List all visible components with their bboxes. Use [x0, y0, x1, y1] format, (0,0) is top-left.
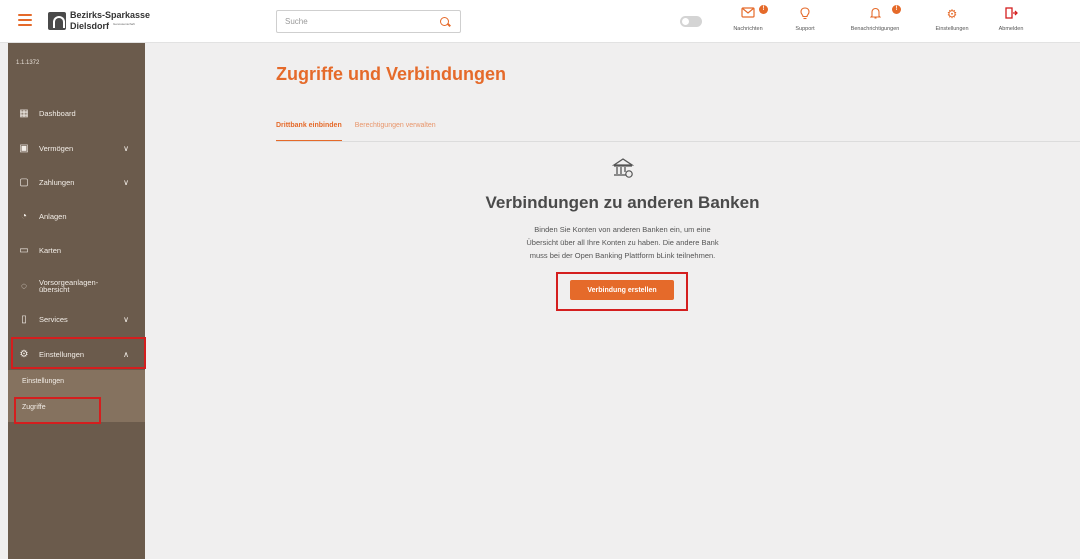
sidebar-item-dashboard[interactable]: ▦ Dashboard [8, 103, 145, 123]
logo[interactable]: Bezirks-Sparkasse Dielsdorf Genossenschaf… [48, 11, 150, 31]
sidebar-item-anlagen[interactable]: ◔ Anlagen [8, 206, 145, 226]
lightbulb-icon [790, 7, 820, 22]
card-icon: ▭ [19, 244, 29, 256]
sidebar: 1.1.1372 ▦ Dashboard ▣ Vermögen ∨ ▢ Zahl… [8, 43, 145, 559]
tab-bar: Drittbank einbinden Berechtigungen verwa… [276, 120, 449, 142]
sidebar-item-zahlungen[interactable]: ▢ Zahlungen ∨ [8, 172, 145, 192]
tab-drittbank[interactable]: Drittbank einbinden [276, 120, 342, 142]
highlight-box [14, 397, 101, 424]
search-box [276, 10, 461, 33]
settings-button[interactable]: ⚙ Einstellungen [930, 7, 974, 32]
bank-logo-icon [48, 12, 66, 30]
highlight-box [11, 337, 146, 369]
messages-badge: ! [759, 5, 768, 14]
sidebar-item-services[interactable]: ▯ Services ∨ [8, 309, 145, 329]
logo-line1: Bezirks-Sparkasse [70, 10, 151, 20]
piggy-icon: ◌ [21, 280, 27, 292]
tab-divider [276, 141, 1080, 142]
chevron-down-icon: ∨ [123, 177, 129, 187]
sidebar-item-vorsorge[interactable]: ◌ Vorsorgeanlagen- übersicht [8, 274, 145, 298]
submenu-item-einstellungen[interactable]: Einstellungen [22, 378, 64, 385]
logo-line2: Dielsdorf [70, 21, 110, 31]
search-input[interactable] [285, 11, 435, 32]
logout-button[interactable]: Abmelden [992, 7, 1030, 32]
services-icon: ▯ [21, 313, 27, 325]
notifications-button[interactable]: ! Benachrichtigungen [842, 5, 908, 32]
notifications-badge: ! [892, 5, 901, 14]
bank-icon [611, 157, 635, 179]
view-toggle[interactable] [680, 16, 702, 27]
search-icon[interactable] [440, 17, 449, 26]
gear-icon: ⚙ [946, 7, 958, 21]
sidebar-item-karten[interactable]: ▭ Karten [8, 240, 145, 260]
logo-sub: Genossenschaft [113, 22, 135, 27]
dashboard-icon: ▦ [19, 107, 29, 119]
logout-label: Abmelden [998, 26, 1024, 32]
messages-label: Nachrichten [733, 26, 763, 32]
user-id: 1.1.1372 [16, 60, 40, 66]
messages-button[interactable]: ! Nachrichten [728, 5, 768, 32]
settings-label: Einstellungen [935, 26, 969, 32]
card-description: Binden Sie Konten von anderen Banken ein… [526, 225, 719, 260]
card-title: Verbindungen zu anderen Banken [485, 193, 760, 212]
support-label: Support [795, 26, 815, 32]
tab-berechtigungen[interactable]: Berechtigungen verwalten [355, 120, 436, 142]
logout-icon [992, 7, 1030, 22]
payment-icon: ▢ [19, 176, 29, 188]
wallet-icon: ▣ [19, 142, 29, 154]
chevron-down-icon: ∨ [123, 314, 129, 324]
support-button[interactable]: Support [790, 7, 820, 32]
chart-icon: ◔ [20, 210, 28, 222]
create-connection-button[interactable]: Verbindung erstellen [570, 280, 674, 300]
sidebar-item-vermoegen[interactable]: ▣ Vermögen ∨ [8, 138, 145, 158]
notifications-label: Benachrichtigungen [850, 26, 900, 32]
chevron-down-icon: ∨ [123, 143, 129, 153]
menu-icon[interactable] [18, 14, 32, 26]
page-title: Zugriffe und Verbindungen [276, 64, 506, 84]
top-bar: Bezirks-Sparkasse Dielsdorf Genossenschaf… [0, 0, 1080, 43]
